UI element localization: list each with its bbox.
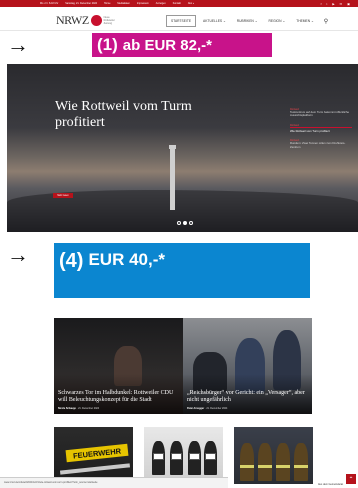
- social-links: f t ▶ ✉ ▣: [321, 2, 350, 6]
- offer-number: (1): [97, 35, 118, 54]
- thumb-sign: [189, 453, 200, 460]
- thumb-stripe: [294, 465, 308, 468]
- tile-date: 21. Dezember 2024: [78, 407, 100, 410]
- top-utility-bar: Mo • Fr. 8-18 Uhr Samstag, 21. Dezember …: [0, 0, 358, 7]
- reflective-stripe: [59, 463, 131, 475]
- tile-date: 21. Dezember 2024: [206, 407, 228, 410]
- sidebar-item-text: Testzentrum auf dem Turm bekommt öffentl…: [290, 110, 350, 118]
- thumb-stripe: [276, 465, 290, 468]
- top-link[interactable]: Abo »: [188, 2, 194, 5]
- youtube-icon[interactable]: ▶: [332, 2, 334, 6]
- hero-sidebar-item[interactable]: Rottweil Rundum: Zwei Tonnen rollen zum …: [290, 139, 352, 149]
- sidebar-item-text: Wie Rottweil vom Turm profitiert: [290, 126, 352, 133]
- top-link: Samstag, 21. Dezember 2024: [65, 2, 98, 5]
- back-to-top-button[interactable]: ⌃: [346, 474, 356, 484]
- arrow-right-icon: →: [7, 32, 29, 57]
- tile-author: Peter Arnegger: [187, 407, 205, 410]
- main-nav: STARTSEITE AKTUELLES ⌄ RUBRIKEN ⌄ REGION…: [166, 15, 328, 27]
- offer-number: (4): [59, 250, 84, 272]
- feuerwehr-label: FEUERWEHR: [65, 443, 129, 463]
- hero-headline[interactable]: Wie Rottweil vom Turm profitiert: [55, 99, 195, 131]
- slider-dot[interactable]: [189, 221, 193, 225]
- mail-icon[interactable]: ✉: [340, 2, 343, 6]
- tile-headline[interactable]: „Reichsbürger“ vor Gericht: ein „Versage…: [187, 390, 311, 404]
- tile-headline[interactable]: Schwarzes Tor im Halbdunkel: Rottweiler …: [58, 390, 182, 404]
- thumb-firefighter: [258, 443, 272, 481]
- logo-wordmark: NRWZ: [56, 13, 89, 27]
- hero-slider[interactable]: Wie Rottweil vom Turm profitiert Mehr le…: [7, 64, 358, 232]
- site-header: NRWZ Neue Rottweiler Zeitung STARTSEITE …: [0, 7, 358, 31]
- thumb-sign: [153, 453, 164, 460]
- nav-item-rubriken[interactable]: RUBRIKEN ⌄: [233, 16, 262, 26]
- ad-offer-banner-4: (4) EUR 40,-*: [54, 243, 310, 298]
- top-link[interactable]: Impressum: [137, 2, 149, 5]
- slider-dots: [177, 221, 193, 225]
- ad-offer-banner-1: (1) ab EUR 82,-*: [92, 33, 272, 57]
- thumb-firefighter: [294, 443, 308, 481]
- test-tower-image: [169, 145, 176, 210]
- top-link[interactable]: Mo • Fr. 8-18 Uhr: [40, 2, 58, 5]
- offer-price: ab EUR 82,-*: [122, 36, 212, 54]
- top-link[interactable]: Home: [104, 2, 110, 5]
- nav-item-themen[interactable]: THEMEN ⌄: [292, 16, 318, 26]
- nav-item-startseite[interactable]: STARTSEITE: [166, 15, 197, 27]
- nav-item-aktuelles[interactable]: AKTUELLES ⌄: [199, 16, 230, 26]
- news-thumb[interactable]: [144, 427, 223, 484]
- thumb-sign: [205, 453, 216, 460]
- tile-meta: Nicole Schaupp · 21. Dezember 2024: [58, 407, 100, 410]
- news-thumb[interactable]: [234, 427, 313, 484]
- twitter-icon[interactable]: t: [326, 2, 327, 6]
- tile-author: Nicole Schaupp: [58, 407, 76, 410]
- thumb-caption[interactable]: Aus dem Gemeinderat: [318, 483, 343, 486]
- top-link[interactable]: Mediadaten: [117, 2, 130, 5]
- nav-item-region[interactable]: REGION ⌄: [265, 16, 290, 26]
- thumb-stripe: [258, 465, 272, 468]
- hero-sidebar-item[interactable]: Rottweil Wie Rottweil vom Turm profitier…: [290, 124, 352, 133]
- rss-icon[interactable]: ▣: [347, 2, 350, 6]
- news-tile[interactable]: „Reichsbürger“ vor Gericht: ein „Versage…: [183, 318, 312, 414]
- thumb-firefighter: [240, 443, 254, 481]
- tile-meta: Peter Arnegger · 21. Dezember 2024: [187, 407, 228, 410]
- thumb-firefighter: [276, 443, 290, 481]
- site-logo[interactable]: NRWZ Neue Rottweiler Zeitung: [56, 13, 120, 28]
- hero-sidebar-list: Rottweil Testzentrum auf dem Turm bekomm…: [290, 108, 352, 155]
- logo-subtitle: Neue Rottweiler Zeitung: [103, 16, 115, 25]
- arrow-right-icon: →: [7, 242, 29, 267]
- slider-dot[interactable]: [177, 221, 181, 225]
- facebook-icon[interactable]: f: [321, 2, 322, 6]
- top-link[interactable]: Kontakt: [173, 2, 181, 5]
- top-link[interactable]: Anzeigen: [156, 2, 166, 5]
- news-tile[interactable]: Schwarzes Tor im Halbdunkel: Rottweiler …: [54, 318, 183, 414]
- news-thumb[interactable]: FEUERWEHR: [54, 427, 133, 484]
- thumb-stripe: [240, 465, 254, 468]
- offer-price: EUR 40,-*: [88, 250, 165, 269]
- top-links: Mo • Fr. 8-18 Uhr Samstag, 21. Dezember …: [40, 2, 194, 5]
- logo-badge-icon: [90, 15, 102, 26]
- slider-dot-active[interactable]: [183, 221, 187, 225]
- read-more-button[interactable]: Mehr lesen: [53, 193, 73, 198]
- thumb-sign: [171, 453, 182, 460]
- browser-status-bar: www.nrwz.de/rottweil/2024/12/21/wie-rott…: [0, 477, 228, 488]
- sidebar-item-text: Rundum: Zwei Tonnen rollen zum Drehkreis…: [290, 141, 346, 149]
- search-icon[interactable]: ⚲: [324, 18, 328, 25]
- hero-sidebar-item[interactable]: Rottweil Testzentrum auf dem Turm bekomm…: [290, 108, 352, 118]
